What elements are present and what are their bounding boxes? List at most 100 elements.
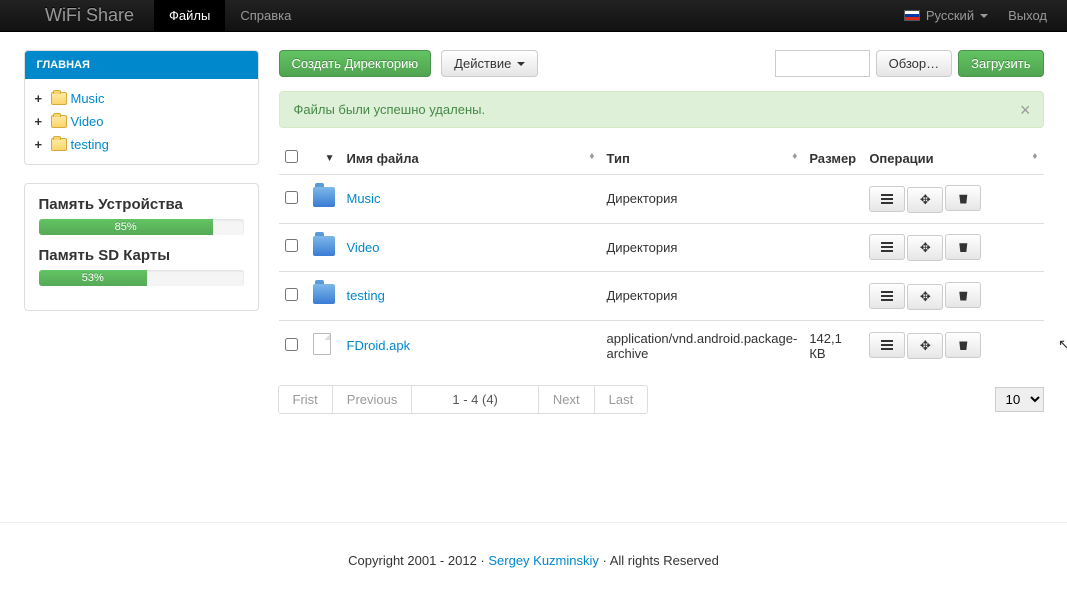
delete-button[interactable] (945, 332, 981, 358)
delete-button[interactable] (945, 185, 981, 211)
action-dropdown[interactable]: Действие (441, 50, 538, 77)
cursor-icon: ↖ (1058, 336, 1067, 353)
sd-memory-bar: 53% (39, 270, 148, 286)
folder-icon (51, 92, 67, 105)
device-memory-progress: 85% (39, 219, 244, 235)
list-icon (881, 242, 893, 252)
pagination-previous[interactable]: Previous (332, 385, 413, 414)
upload-button[interactable]: Загрузить (958, 50, 1043, 77)
file-name-link[interactable]: Music (347, 191, 381, 206)
folder-icon (313, 236, 335, 256)
tree-item[interactable]: + Music (35, 87, 248, 110)
delete-button[interactable] (945, 234, 981, 260)
footer-suffix: · All rights Reserved (599, 553, 719, 568)
sort-icon[interactable]: ▼ (325, 153, 335, 164)
folder-icon (313, 284, 335, 304)
sort-icon[interactable]: ♦ (1032, 151, 1037, 162)
file-type: Директория (601, 223, 804, 272)
nav-tabs: Файлы Справка (154, 0, 306, 31)
pagination-next[interactable]: Next (538, 385, 595, 414)
details-button[interactable] (869, 234, 905, 260)
select-all-checkbox[interactable] (285, 150, 298, 163)
expand-icon[interactable]: + (35, 114, 47, 129)
file-icon (313, 333, 331, 355)
memory-panel: Память Устройства 85% Память SD Карты 53… (24, 183, 259, 311)
move-icon: ✥ (920, 338, 931, 354)
list-icon (881, 291, 893, 301)
file-name-link[interactable]: Video (347, 240, 380, 255)
details-button[interactable] (869, 283, 905, 309)
expand-icon[interactable]: + (35, 91, 47, 106)
alert-message: Файлы были успешно удалены. (294, 102, 486, 117)
row-checkbox[interactable] (285, 338, 298, 351)
caret-down-icon (980, 14, 988, 18)
create-directory-button[interactable]: Создать Директорию (279, 50, 432, 77)
tab-help[interactable]: Справка (225, 0, 306, 31)
tree-item[interactable]: + testing (35, 133, 248, 156)
sidebar: ГЛАВНАЯ + Music + Video + testing Память Устр… (24, 50, 259, 414)
folder-tree: + Music + Video + testing (25, 79, 258, 164)
alert-close-button[interactable]: × (1020, 100, 1031, 121)
folder-icon (313, 187, 335, 207)
success-alert: Файлы были успешно удалены. × (279, 91, 1044, 128)
sd-memory-progress: 53% (39, 270, 244, 286)
details-button[interactable] (869, 186, 905, 212)
col-size-header: Размер (809, 151, 856, 166)
pagination-first[interactable]: Frist (278, 385, 333, 414)
tree-item-label: Music (71, 91, 105, 106)
folder-icon (51, 138, 67, 151)
tree-panel: ГЛАВНАЯ + Music + Video + testing (24, 50, 259, 165)
move-button[interactable]: ✥ (907, 235, 943, 261)
sort-icon[interactable]: ♦ (792, 151, 797, 162)
tab-files[interactable]: Файлы (154, 0, 225, 31)
file-name-link[interactable]: testing (347, 288, 385, 303)
trash-icon (958, 290, 968, 301)
list-icon (881, 340, 893, 350)
file-name-link[interactable]: FDroid.apk (347, 338, 411, 353)
browse-button[interactable]: Обзор… (876, 50, 953, 77)
flag-ru-icon (904, 10, 920, 21)
footer: Copyright 2001 - 2012 · Sergey Kuzminski… (0, 522, 1067, 588)
language-label: Русский (926, 8, 974, 23)
move-button[interactable]: ✥ (907, 187, 943, 213)
upload-file-input[interactable] (775, 50, 870, 77)
file-size (803, 223, 863, 272)
footer-author-link[interactable]: Sergey Kuzminskiy (488, 553, 599, 568)
file-type: application/vnd.android.package-archive (601, 320, 804, 371)
move-icon: ✥ (920, 240, 931, 256)
device-memory-bar: 85% (39, 219, 213, 235)
move-button[interactable]: ✥ (907, 284, 943, 310)
main-content: Создать Директорию Действие Обзор… Загру… (279, 50, 1044, 414)
row-checkbox[interactable] (285, 191, 298, 204)
logout-link[interactable]: Выход (1008, 8, 1047, 23)
sort-icon[interactable]: ♦ (589, 151, 594, 162)
col-name-header: Имя файла (347, 151, 419, 166)
language-dropdown[interactable]: Русский (904, 8, 988, 23)
tree-item-label: testing (71, 137, 109, 152)
details-button[interactable] (869, 332, 905, 358)
page-size-select[interactable]: 10 (995, 387, 1044, 412)
tree-item[interactable]: + Video (35, 110, 248, 133)
trash-icon (958, 193, 968, 204)
expand-icon[interactable]: + (35, 137, 47, 152)
tree-panel-header: ГЛАВНАЯ (25, 51, 258, 79)
table-row: FDroid.apk application/vnd.android.packag… (279, 320, 1044, 371)
file-table: ▼ Имя файла♦ Тип♦ Размер Операции♦ Music… (279, 142, 1044, 371)
tree-item-label: Video (71, 114, 104, 129)
move-icon: ✥ (920, 289, 931, 305)
file-type: Директория (601, 272, 804, 321)
col-ops-header: Операции (869, 151, 933, 166)
pagination-last[interactable]: Last (594, 385, 649, 414)
table-row: testing Директория ✥ (279, 272, 1044, 321)
brand: WiFi Share (20, 5, 154, 26)
file-type: Директория (601, 175, 804, 224)
row-checkbox[interactable] (285, 288, 298, 301)
action-label: Действие (454, 56, 511, 71)
trash-icon (958, 241, 968, 252)
delete-button[interactable] (945, 282, 981, 308)
folder-icon (51, 115, 67, 128)
move-button[interactable]: ✥ (907, 333, 943, 359)
file-size (803, 175, 863, 224)
row-checkbox[interactable] (285, 239, 298, 252)
trash-icon (958, 339, 968, 350)
